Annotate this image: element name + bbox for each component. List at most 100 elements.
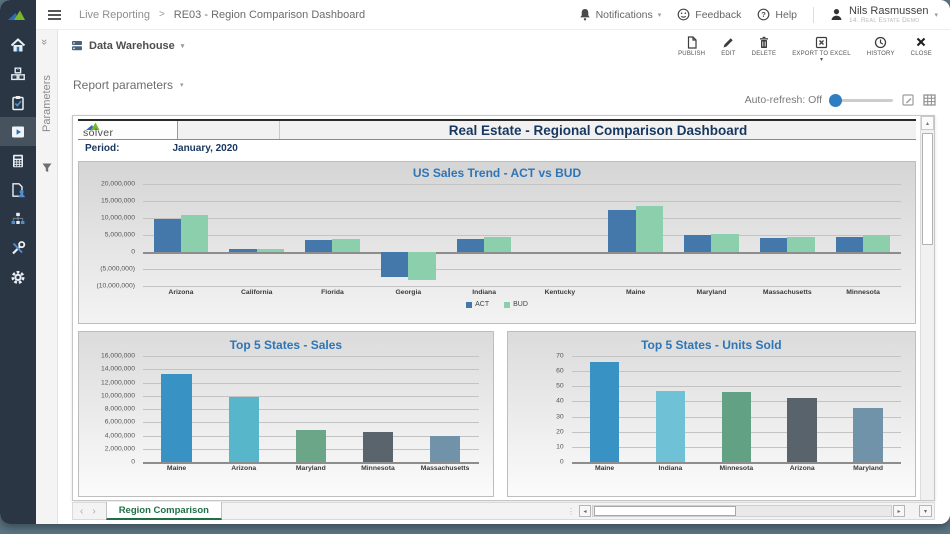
app-window: Live Reporting > RE03 - Region Compariso… [0, 0, 950, 524]
period-label: Period: [85, 143, 119, 154]
sidebar-item-integrations[interactable] [0, 204, 36, 233]
bar [229, 397, 259, 462]
sidebar-item-settings[interactable] [0, 262, 36, 291]
expand-panel-chevron-icon[interactable]: » [38, 39, 50, 45]
tasks-clipboard-icon [9, 94, 27, 112]
y-tick-label: 10 [556, 443, 564, 450]
sheet-tab-region-comparison[interactable]: Region Comparison [106, 502, 222, 520]
close-button[interactable]: CLOSE [903, 34, 940, 64]
breadcrumb-live-reporting[interactable]: Live Reporting [79, 9, 150, 21]
edit-cell-icon[interactable] [902, 94, 914, 106]
y-tick-label: 12,000,000 [101, 379, 135, 386]
bar [863, 235, 890, 252]
sidebar-item-administration[interactable] [0, 233, 36, 262]
y-tick-label: 6,000,000 [105, 419, 135, 426]
bar-group [210, 356, 277, 462]
y-tick-label: 16,000,000 [101, 353, 135, 360]
sidebar-item-reports[interactable] [0, 117, 36, 146]
bar-group [344, 356, 411, 462]
chevron-down-icon: ▾ [181, 42, 185, 50]
y-tick-label: 10,000,000 [101, 214, 135, 221]
previous-sheet-arrow[interactable]: ‹ [80, 506, 83, 517]
sidebar-item-home[interactable] [0, 30, 36, 59]
edit-button[interactable]: EDIT [713, 34, 743, 64]
scroll-down-button[interactable]: ▾ [919, 505, 932, 517]
bar [684, 235, 711, 252]
report-parameters-dropdown[interactable]: Report parameters ▾ [59, 64, 209, 92]
sidebar-item-publishing[interactable] [0, 175, 36, 204]
zero-axis-line [572, 462, 901, 464]
chart-top5-sales: Top 5 States - Sales 16,000,00014,000,00… [78, 331, 494, 497]
chart-us-sales-trend: US Sales Trend - ACT vs BUD 20,000,00015… [78, 161, 916, 324]
data-source-label: Data Warehouse [89, 40, 175, 52]
y-tick-label: 0 [131, 248, 135, 255]
bar [787, 237, 814, 252]
grid-view-icon[interactable] [923, 94, 936, 106]
user-context: 14. Real Estate Demo [849, 17, 928, 24]
vertical-scroll-thumb[interactable] [922, 133, 933, 245]
topbar-actions: Notifications ▾ Feedback ? [579, 6, 950, 24]
bar-group [598, 184, 674, 286]
y-axis: 20,000,00015,000,00010,000,0005,000,0000… [79, 184, 143, 286]
parameters-panel-label: Parameters [36, 52, 58, 156]
plot-area [143, 184, 901, 286]
y-tick-label: 2,000,000 [105, 445, 135, 452]
chart-title: US Sales Trend - ACT vs BUD [79, 162, 915, 180]
sidebar-item-budgeting[interactable] [0, 146, 36, 175]
x-tick-label: Indiana [446, 289, 522, 296]
scroll-left-button[interactable]: ◂ [579, 505, 591, 517]
x-axis-labels: MaineArizonaMarylandMinnesotaMassachuset… [143, 465, 479, 472]
bar-group [825, 184, 901, 286]
chevron-down-icon: ▾ [658, 11, 662, 19]
data-source-selector[interactable]: Data Warehouse ▾ [71, 39, 184, 52]
bar [430, 436, 460, 463]
horizontal-scroll-thumb[interactable] [594, 506, 736, 516]
y-tick-label: 10,000,000 [101, 392, 135, 399]
y-axis: 16,000,00014,000,00012,000,00010,000,000… [79, 356, 143, 462]
auto-refresh-slider[interactable] [831, 99, 893, 102]
bar [457, 239, 484, 252]
history-button[interactable]: HISTORY [859, 34, 903, 64]
export-to-excel-button[interactable]: EXPORT TO EXCEL ▾ [784, 34, 859, 64]
edit-pencil-icon [722, 36, 734, 49]
bar [484, 237, 511, 252]
parameters-panel-collapsed: » Parameters [36, 30, 58, 524]
publish-page-icon [686, 36, 698, 49]
bar [787, 398, 817, 462]
filter-funnel-icon[interactable] [42, 160, 52, 178]
bar [154, 219, 181, 252]
tools-icon [9, 239, 27, 257]
notifications-menu[interactable]: Notifications ▾ [579, 8, 662, 21]
x-axis-labels: ArizonaCaliforniaFloridaGeorgiaIndianaKe… [143, 289, 901, 296]
scroll-up-button[interactable]: ▴ [921, 116, 934, 130]
bar-group [769, 356, 835, 462]
bar-group [749, 184, 825, 286]
help-button[interactable]: ? Help [757, 8, 797, 21]
slider-knob[interactable] [829, 94, 842, 107]
sidebar-item-tasks[interactable] [0, 88, 36, 117]
bottom-charts-row: Top 5 States - Sales 16,000,00014,000,00… [78, 331, 916, 497]
x-tick-label: Maryland [835, 465, 901, 472]
bar [656, 391, 686, 462]
sidebar-item-warehouse[interactable] [0, 59, 36, 88]
solver-logo-text: solver [83, 127, 113, 139]
vertical-scrollbar[interactable]: ▴ [920, 116, 934, 500]
feedback-smiley-icon [677, 8, 690, 21]
chevron-down-icon: ▾ [820, 59, 823, 62]
user-menu[interactable]: Nils Rasmussen 14. Real Estate Demo ▾ [830, 6, 938, 24]
header-spacer-cell [178, 121, 280, 139]
bar-group [412, 356, 479, 462]
delete-button[interactable]: DELETE [744, 34, 785, 64]
x-tick-label: Minnesota [825, 289, 901, 296]
period-row: Period: January, 2020 [78, 140, 916, 157]
hamburger-menu-icon[interactable] [48, 8, 61, 22]
bell-icon [579, 8, 591, 21]
solver-logo-icon[interactable] [0, 0, 36, 30]
scroll-right-button[interactable]: ▸ [893, 505, 905, 517]
feedback-button[interactable]: Feedback [677, 8, 741, 21]
publish-button[interactable]: PUBLISH [670, 34, 713, 64]
next-sheet-arrow[interactable]: › [92, 506, 95, 517]
x-tick-label: Georgia [370, 289, 446, 296]
horizontal-scroll-track[interactable] [592, 505, 892, 517]
bar [332, 239, 359, 252]
